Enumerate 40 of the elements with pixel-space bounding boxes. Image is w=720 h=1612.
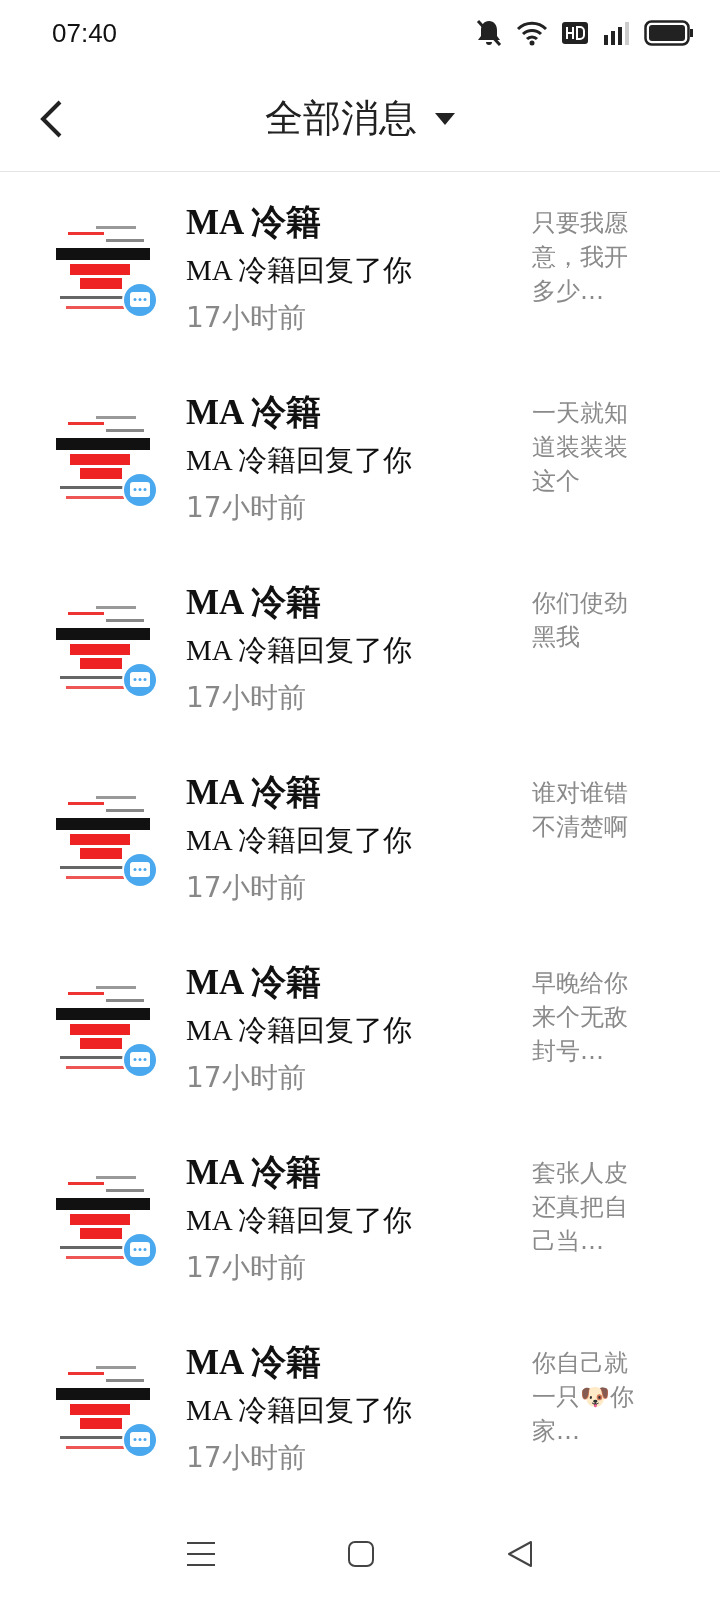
- message-time: 17小时前: [186, 300, 307, 336]
- menu-icon[interactable]: [185, 1540, 216, 1568]
- message-preview: 只要我愿意，我开多少…: [532, 208, 629, 307]
- message-preview: 谁对谁错不清楚啊: [532, 778, 629, 843]
- signal-icon: [602, 19, 630, 47]
- message-time: 17小时前: [186, 680, 307, 716]
- status-time: 07:40: [52, 17, 118, 49]
- message-time: 17小时前: [186, 1250, 307, 1286]
- page-title[interactable]: 全部消息: [265, 93, 417, 144]
- message-time: 17小时前: [186, 1440, 307, 1476]
- message-preview: 早晚给你来个无敌封号…: [532, 968, 629, 1067]
- home-icon[interactable]: [347, 1540, 375, 1568]
- sender-name: MA 冷籍: [186, 202, 323, 244]
- battery-icon: [644, 20, 694, 46]
- message-time: 17小时前: [186, 870, 307, 906]
- message-action: MA 冷籍回复了你: [186, 1203, 414, 1238]
- message-preview: 你们使劲黑我: [532, 588, 629, 653]
- message-time: 17小时前: [186, 1060, 307, 1096]
- caret-icon[interactable]: [435, 112, 455, 125]
- sender-name: MA 冷籍: [186, 962, 323, 1004]
- message-preview: 套张人皮还真把自己当…: [532, 1158, 629, 1257]
- message-preview: 一天就知道装装装这个: [532, 398, 629, 497]
- sender-name: MA 冷籍: [186, 392, 323, 434]
- message-action: MA 冷籍回复了你: [186, 633, 414, 668]
- back-nav-icon[interactable]: [506, 1540, 535, 1568]
- message-action: MA 冷籍回复了你: [186, 1393, 414, 1428]
- message-preview: 你自己就一只🐶你家…: [532, 1348, 635, 1447]
- message-action: MA 冷籍回复了你: [186, 253, 414, 288]
- back-icon[interactable]: [38, 99, 64, 139]
- message-action: MA 冷籍回复了你: [186, 823, 414, 858]
- bell-muted-icon: [476, 19, 502, 47]
- message-action: MA 冷籍回复了你: [186, 1013, 414, 1048]
- sender-name: MA 冷籍: [186, 1342, 323, 1384]
- hd-icon: [562, 22, 588, 44]
- sender-name: MA 冷籍: [186, 772, 323, 814]
- wifi-icon: [516, 20, 548, 46]
- message-time: 17小时前: [186, 490, 307, 526]
- sender-name: MA 冷籍: [186, 1152, 323, 1194]
- message-action: MA 冷籍回复了你: [186, 443, 414, 478]
- sender-name: MA 冷籍: [186, 582, 323, 624]
